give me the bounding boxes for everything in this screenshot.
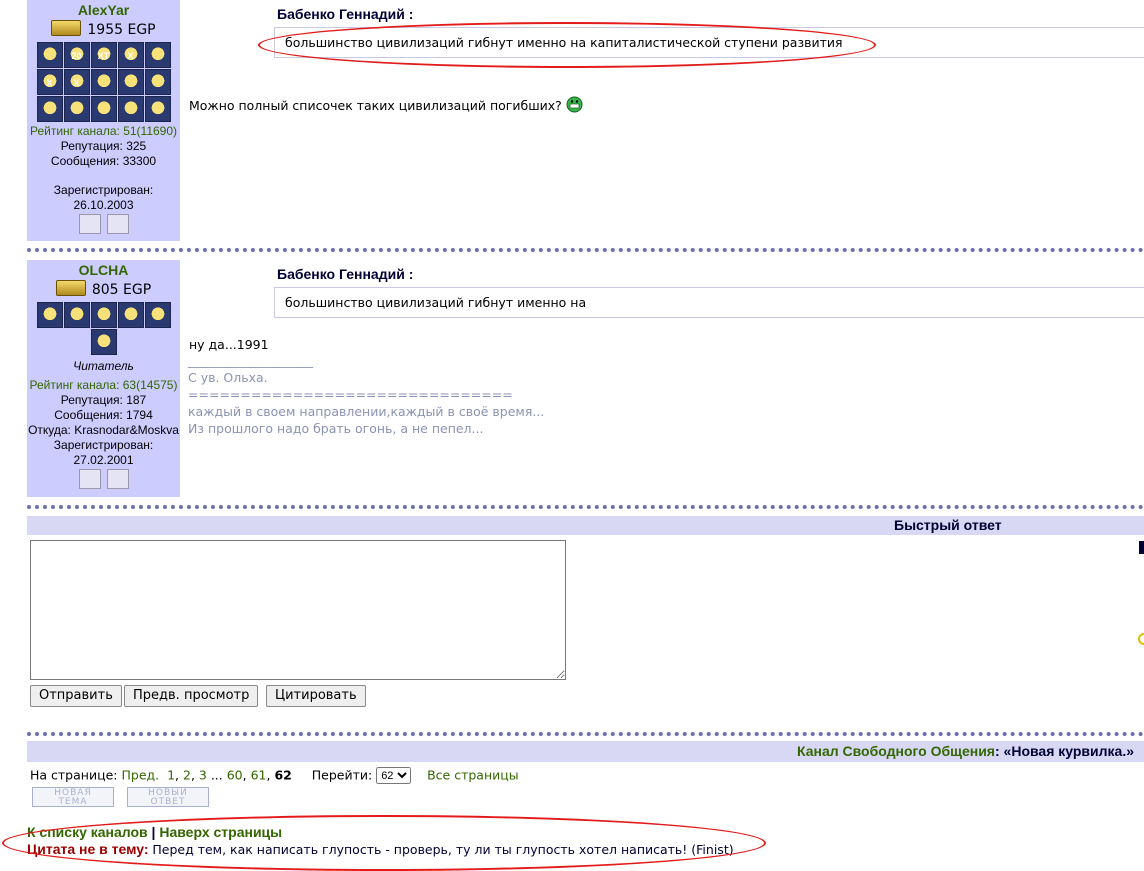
private-message-icon[interactable] bbox=[78, 469, 101, 489]
send-button[interactable]: Отправить bbox=[30, 685, 122, 707]
award-badge-icon: X bbox=[117, 42, 144, 68]
quick-reply-title: Быстрый ответ bbox=[894, 517, 1002, 533]
quick-reply-textarea[interactable] bbox=[30, 540, 566, 680]
thumbs-up-icon[interactable] bbox=[106, 214, 129, 234]
offtopic-label: Цитата не в тему: bbox=[27, 841, 149, 857]
award-badge-icon bbox=[117, 69, 144, 95]
award-badge-icon bbox=[36, 42, 63, 68]
award-badge-icon: XT bbox=[90, 42, 117, 68]
award-badge-icon bbox=[144, 69, 171, 95]
post2-contact-icons bbox=[27, 467, 180, 494]
award-badge-icon bbox=[63, 302, 90, 328]
award-badge-icon bbox=[90, 69, 117, 95]
post1-quote-author: Бабенко Геннадий : bbox=[277, 6, 414, 22]
award-badge-icon bbox=[144, 42, 171, 68]
offtopic-text: Перед тем, как написать глупость - прове… bbox=[152, 842, 734, 857]
post2-registered-label: Зарегистрирован: bbox=[53, 438, 154, 452]
preview-button[interactable]: Предв. просмотр bbox=[124, 685, 259, 707]
award-badge-icon bbox=[90, 96, 117, 122]
award-badge-icon bbox=[144, 302, 171, 328]
post1-contact-icons bbox=[27, 212, 180, 239]
post1-body: Можно полный списочек таких цивилизаций … bbox=[189, 96, 583, 113]
signature-line: Из прошлого надо брать огонь, а не пепел… bbox=[188, 421, 484, 436]
pagination: На странице: Пред. 1, 2, 3 ... 60, 61, 6… bbox=[30, 767, 519, 784]
post1-registered-date: 26.10.2003 bbox=[73, 198, 134, 212]
channel-link[interactable]: Канал Свободного Общения bbox=[797, 743, 995, 759]
grin-smiley-icon bbox=[566, 96, 583, 113]
award-badge-icon bbox=[36, 302, 63, 328]
award-badge-icon bbox=[144, 96, 171, 122]
award-badge-icon: X bbox=[63, 69, 90, 95]
right-edge-fragment bbox=[1138, 633, 1144, 645]
post1-posts: Сообщения: 33300 bbox=[50, 154, 157, 168]
award-badge-icon bbox=[117, 302, 144, 328]
offtopic-quote: Цитата не в тему: Перед тем, как написат… bbox=[27, 841, 734, 857]
goto-page-select[interactable]: 62 bbox=[376, 767, 412, 784]
new-topic-button[interactable]: НОВАЯ ТЕМА bbox=[32, 787, 114, 807]
post2-posts: Сообщения: 1794 bbox=[54, 408, 153, 422]
post2-rating: Рейтинг канала: 63(14575) bbox=[29, 378, 178, 392]
post2-registered-date: 27.02.2001 bbox=[73, 453, 134, 467]
post-divider bbox=[27, 248, 1144, 252]
signature-line: =============================== bbox=[188, 387, 513, 402]
post-divider bbox=[27, 505, 1144, 509]
post2-quote-text: большинство цивилизаций гибнут именно на bbox=[285, 295, 587, 310]
goto-label: Перейти: bbox=[311, 767, 373, 783]
post2-quote-box: большинство цивилизаций гибнут именно на bbox=[274, 287, 1144, 318]
quick-reply-header: Быстрый ответ bbox=[27, 516, 1144, 535]
quote-button[interactable]: Цитировать bbox=[266, 685, 366, 707]
post2-location: Откуда: Krasnodar&Moskva bbox=[28, 423, 179, 437]
egp-coin-icon bbox=[51, 20, 82, 36]
current-page: 62 bbox=[274, 767, 292, 783]
page-link[interactable]: 1 bbox=[167, 768, 175, 783]
all-pages-link[interactable]: Все страницы bbox=[427, 768, 519, 783]
signature-line: С ув. Ольха. bbox=[188, 370, 268, 385]
post2-signature: ____________________ С ув. Ольха. ======… bbox=[188, 352, 544, 437]
channel-list-link[interactable]: К списку каналов bbox=[27, 824, 148, 840]
prev-page-link[interactable]: Пред. bbox=[121, 768, 159, 783]
award-badge-icon bbox=[90, 302, 117, 328]
new-reply-button[interactable]: НОВЫЙ ОТВЕТ bbox=[127, 787, 209, 807]
page-link[interactable]: 61 bbox=[251, 768, 267, 783]
post1-user-panel: AlexYar 1955 EGP 20 XT X X X Рейтинг кан… bbox=[27, 0, 180, 241]
egp-coin-icon bbox=[55, 280, 86, 296]
award-badge-icon: 20 bbox=[63, 42, 90, 68]
page-link[interactable]: 60 bbox=[227, 768, 243, 783]
pages-label: На странице: bbox=[30, 767, 118, 783]
page-link[interactable]: 3 bbox=[199, 768, 207, 783]
award-badge-icon bbox=[90, 329, 117, 355]
signature-rule: ____________________ bbox=[188, 353, 313, 368]
award-badge-icon: X bbox=[36, 69, 63, 95]
post2-body: ну да...1991 bbox=[189, 337, 269, 352]
post1-quote-box: большинство цивилизаций гибнут именно на… bbox=[274, 27, 1144, 58]
post1-registered-label: Зарегистрирован: bbox=[53, 183, 154, 197]
post-divider bbox=[27, 732, 1144, 736]
thread-title: «Новая курвилка.» bbox=[1003, 743, 1134, 759]
award-badge-icon bbox=[36, 96, 63, 122]
post2-quote-author: Бабенко Геннадий : bbox=[277, 266, 414, 282]
right-edge-fragment bbox=[1139, 541, 1144, 554]
to-top-link[interactable]: Наверх страницы bbox=[159, 824, 282, 840]
post2-reputation: Репутация: 187 bbox=[60, 393, 147, 407]
post1-badges: 20 XT X X X bbox=[27, 42, 180, 122]
award-badge-icon bbox=[117, 96, 144, 122]
footer-nav: К списку каналов | Наверх страницы bbox=[27, 824, 283, 840]
thread-footer-bar: Канал Свободного Общения: «Новая курвилк… bbox=[27, 741, 1144, 762]
post1-reputation: Репутация: 325 bbox=[60, 139, 147, 153]
award-badge-icon bbox=[63, 96, 90, 122]
private-message-icon[interactable] bbox=[78, 214, 101, 234]
thumbs-up-icon[interactable] bbox=[106, 469, 129, 489]
post2-badges bbox=[27, 302, 180, 355]
post2-username[interactable]: OLCHA bbox=[27, 262, 180, 278]
post2-user-title: Читатель bbox=[73, 359, 134, 373]
post1-egp: 1955 EGP bbox=[27, 20, 180, 38]
post1-rating: Рейтинг канала: 51(11690) bbox=[29, 124, 178, 138]
signature-line: каждый в своем направлении,каждый в своё… bbox=[188, 404, 545, 419]
page-link[interactable]: 2 bbox=[183, 768, 191, 783]
post2-user-panel: OLCHA 805 EGP Читатель Рейтинг канала: 6… bbox=[27, 260, 180, 497]
post1-quote-text: большинство цивилизаций гибнут именно на… bbox=[285, 35, 843, 50]
post2-egp: 805 EGP bbox=[27, 280, 180, 298]
post1-username[interactable]: AlexYar bbox=[27, 2, 180, 18]
